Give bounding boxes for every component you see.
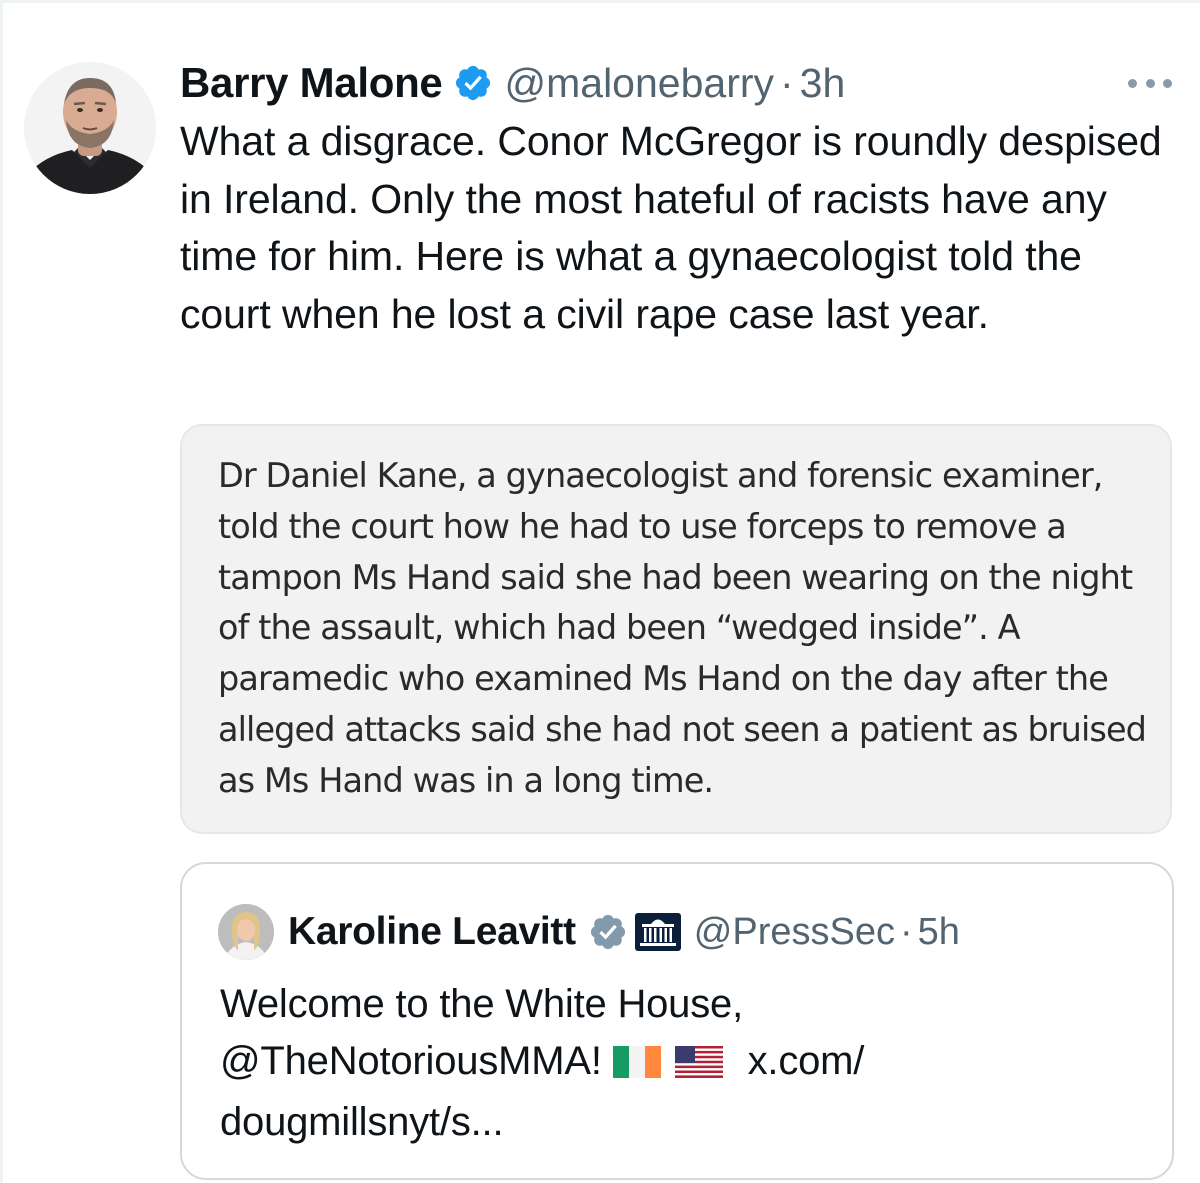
top-divider: [0, 0, 1200, 3]
quoted-text-line-3[interactable]: dougmillsnyt/s...: [220, 1094, 1140, 1151]
government-verified-badge-icon[interactable]: [588, 912, 628, 952]
verified-badge-icon[interactable]: [453, 63, 493, 103]
ireland-flag-icon: [612, 1037, 661, 1094]
quoted-tweet[interactable]: Karoline Leavitt @PressSec · 5h Welcome …: [180, 862, 1174, 1180]
us-flag-icon: [674, 1037, 723, 1094]
mention-link[interactable]: @TheNotoriousMMA!: [220, 1039, 602, 1083]
quoted-separator-dot: ·: [899, 910, 913, 953]
separator-dot: ·: [780, 59, 794, 106]
author-handle[interactable]: @malonebarry: [505, 60, 775, 107]
external-link[interactable]: x.com/: [748, 1039, 865, 1083]
more-options-icon[interactable]: [1128, 68, 1172, 98]
white-house-affiliate-icon[interactable]: [634, 912, 682, 952]
quoted-author-handle[interactable]: @PressSec: [694, 911, 895, 954]
quoted-author-avatar[interactable]: [218, 904, 274, 960]
user-avatar-photo: [24, 62, 156, 194]
attached-image[interactable]: Dr Daniel Kane, a gynaecologist and fore…: [180, 424, 1172, 834]
quoted-text-line-1: Welcome to the White House,: [220, 982, 743, 1026]
author-name[interactable]: Barry Malone: [180, 59, 443, 107]
quoted-tweet-text: Welcome to the White House, @TheNotoriou…: [220, 976, 1140, 1151]
attached-image-text: Dr Daniel Kane, a gynaecologist and fore…: [218, 456, 1147, 800]
quoted-timestamp[interactable]: 5h: [918, 911, 960, 954]
tweet-text: What a disgrace. Conor McGregor is round…: [180, 118, 1162, 337]
quoted-text-line-2: @TheNotoriousMMA! x.com/: [220, 1033, 1140, 1094]
timestamp[interactable]: 3h: [800, 60, 846, 107]
tweet-header: Barry Malone @malonebarry · 3h: [180, 55, 845, 111]
quoted-avatar-photo: [218, 904, 274, 960]
left-divider: [0, 0, 3, 1183]
author-avatar[interactable]: [24, 62, 156, 194]
quoted-tweet-header: Karoline Leavitt @PressSec · 5h: [288, 906, 960, 958]
quoted-author-name[interactable]: Karoline Leavitt: [288, 910, 576, 954]
